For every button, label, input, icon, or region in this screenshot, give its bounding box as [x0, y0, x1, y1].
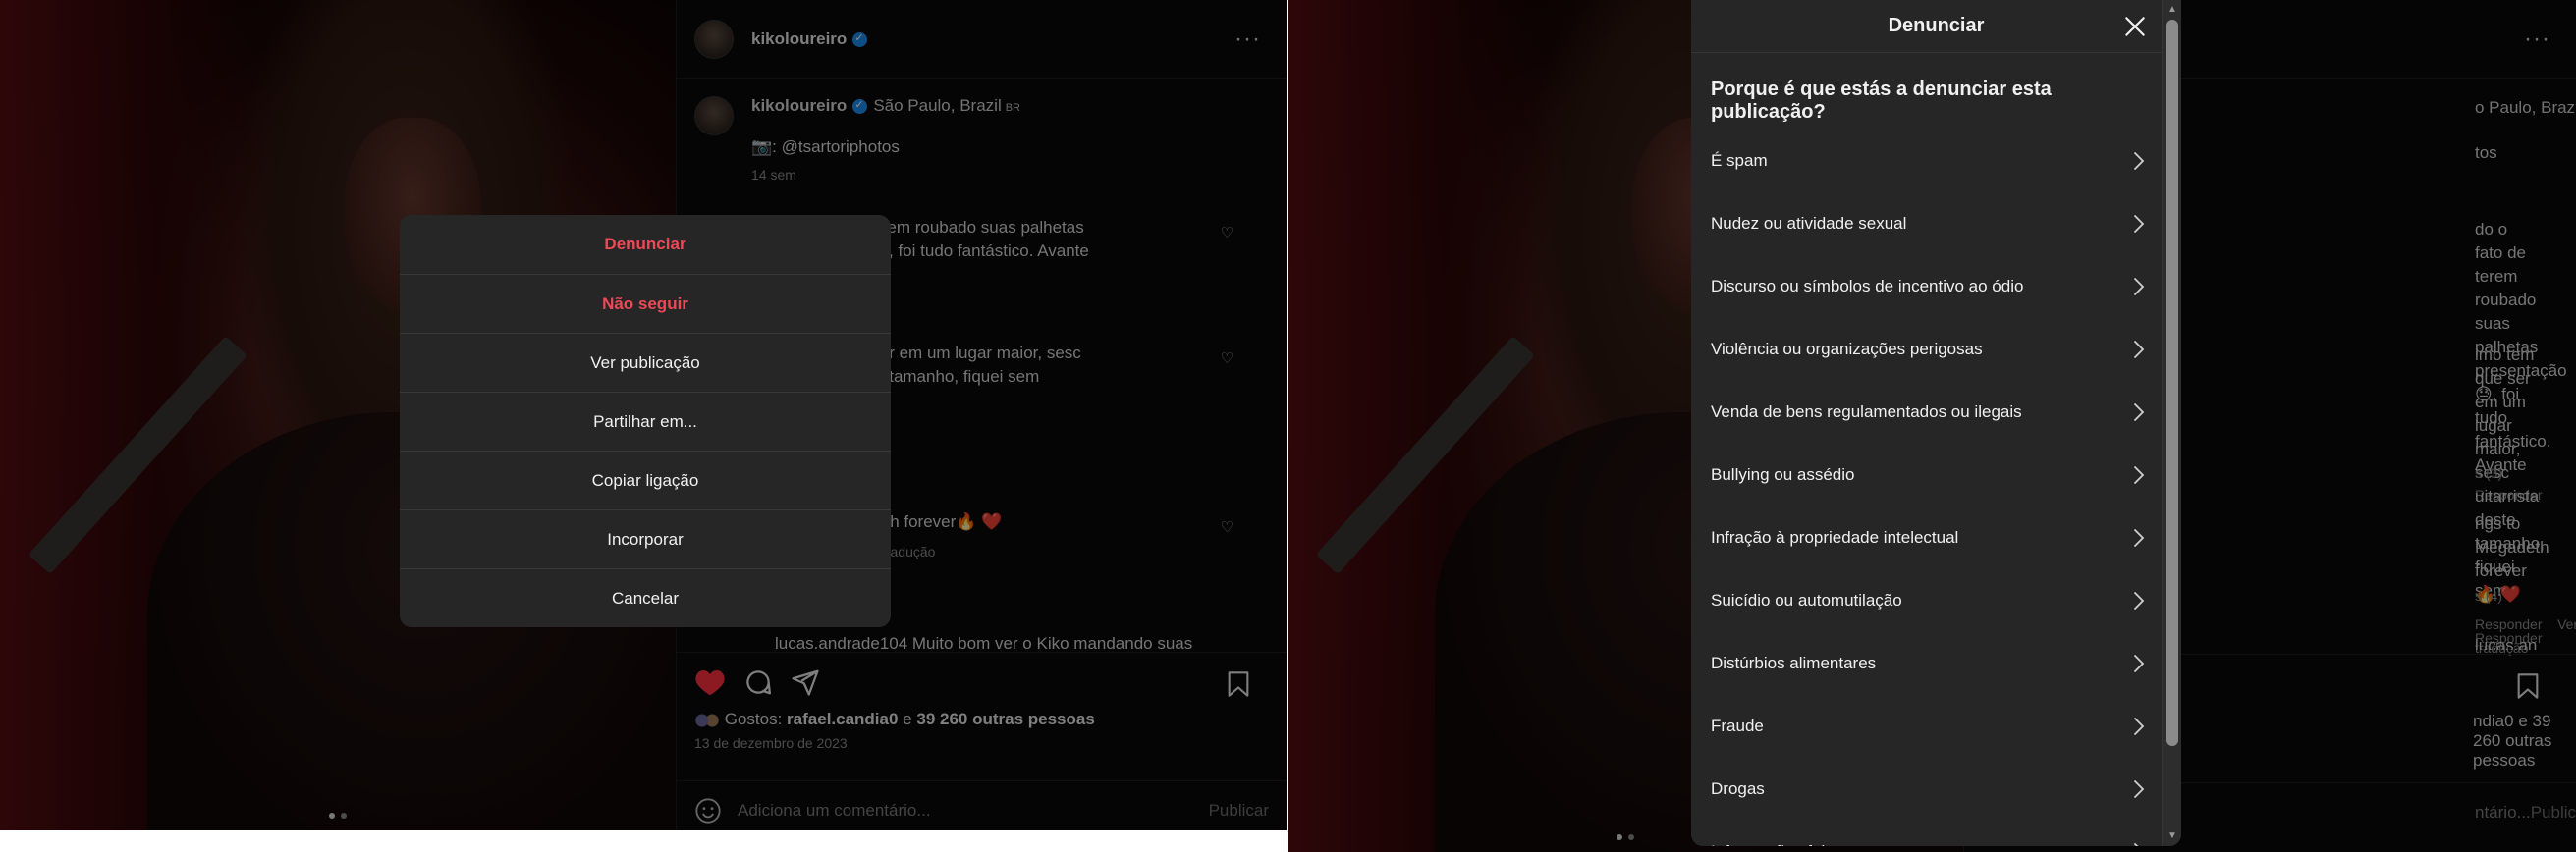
menu-item-share[interactable]: Partilhar em... [400, 392, 891, 451]
chevron-right-icon [2134, 278, 2145, 295]
report-reason-label: Suicídio ou automutilação [1711, 591, 1902, 610]
report-dialog: Denunciar Porque é que estás a denunciar… [1691, 0, 2181, 846]
chevron-right-icon [2134, 152, 2145, 170]
report-reason-item[interactable]: Nudez ou atividade sexual [1691, 192, 2181, 255]
chevron-right-icon [2134, 655, 2145, 672]
report-dialog-title: Denunciar [1888, 15, 1985, 36]
dialog-scrollbar[interactable]: ▲ ▼ [2162, 0, 2181, 846]
report-reason-item[interactable]: Bullying ou assédio [1691, 444, 2181, 506]
reason-list: É spam Nudez ou atividade sexual Discurso … [1691, 130, 2181, 846]
report-question: Porque é que estás a denunciar esta publ… [1711, 79, 2052, 123]
chevron-right-icon [2134, 466, 2145, 484]
report-reason-label: Nudez ou atividade sexual [1711, 214, 1907, 233]
menu-item-copy-link[interactable]: Copiar ligação [400, 451, 891, 509]
chevron-right-icon [2134, 780, 2145, 798]
report-reason-label: Discurso ou símbolos de incentivo ao ódi… [1711, 277, 2024, 295]
report-reason-label: Violência ou organizações perigosas [1711, 340, 1983, 358]
report-reason-label: Informações falsas [1711, 842, 1851, 846]
menu-item-embed[interactable]: Incorporar [400, 509, 891, 568]
menu-item-view-post[interactable]: Ver publicação [400, 333, 891, 392]
chevron-right-icon [2134, 341, 2145, 358]
scroll-down-arrow-icon[interactable]: ▼ [2163, 828, 2181, 844]
report-reason-label: Distúrbios alimentares [1711, 654, 1877, 672]
report-reason-item[interactable]: Violência ou organizações perigosas [1691, 318, 2181, 381]
options-menu: Denunciar Não seguir Ver publicação Part… [400, 215, 891, 627]
chevron-right-icon [2134, 529, 2145, 547]
report-dialog-header: Denunciar [1691, 0, 2181, 53]
report-reason-item[interactable]: Venda de bens regulamentados ou ilegais [1691, 381, 2181, 444]
menu-item-unfollow[interactable]: Não seguir [400, 274, 891, 333]
right-screenshot: ··· o Paulo, Brazil BR tos do o fato de … [1288, 0, 2576, 852]
report-reason-label: Drogas [1711, 779, 1765, 798]
menu-item-report[interactable]: Denunciar [400, 215, 891, 274]
chevron-right-icon [2134, 215, 2145, 233]
report-reason-label: Fraude [1711, 717, 1764, 735]
report-reason-item[interactable]: Infração à propriedade intelectual [1691, 506, 2181, 569]
chevron-right-icon [2134, 592, 2145, 610]
report-reason-item[interactable]: Fraude [1691, 695, 2181, 758]
report-reason-label: Infração à propriedade intelectual [1711, 528, 1959, 547]
chevron-right-icon [2134, 843, 2139, 846]
report-reason-item[interactable]: Suicídio ou automutilação [1691, 569, 2181, 632]
report-reason-label: É spam [1711, 151, 1768, 170]
chevron-right-icon [2134, 403, 2145, 421]
menu-item-cancel[interactable]: Cancelar [400, 568, 891, 627]
report-reason-item[interactable]: É spam [1691, 130, 2181, 192]
close-icon[interactable] [2122, 14, 2148, 39]
scroll-up-arrow-icon[interactable]: ▲ [2163, 2, 2181, 18]
report-reason-item[interactable]: Informações falsas [1691, 821, 2181, 846]
scroll-thumb[interactable] [2166, 20, 2178, 746]
report-reason-item[interactable]: Discurso ou símbolos de incentivo ao ódi… [1691, 255, 2181, 318]
report-reason-label: Venda de bens regulamentados ou ilegais [1711, 402, 2022, 421]
chevron-right-icon [2134, 718, 2145, 735]
report-reason-item[interactable]: Distúrbios alimentares [1691, 632, 2181, 695]
report-reason-label: Bullying ou assédio [1711, 465, 1855, 484]
left-screenshot: kikoloureiro ··· kikoloureiroSão Paulo, … [0, 0, 1287, 830]
report-reason-item[interactable]: Drogas [1691, 758, 2181, 821]
